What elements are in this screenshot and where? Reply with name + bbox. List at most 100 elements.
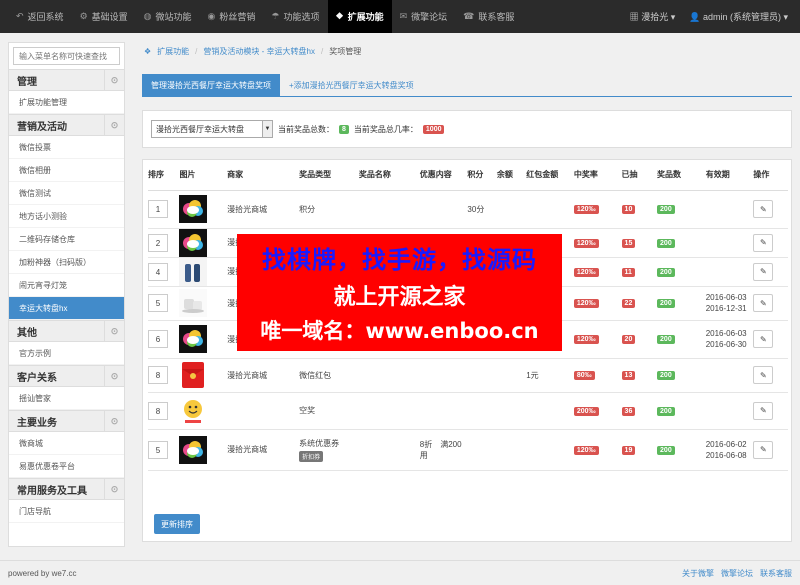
sidebar-group-header[interactable]: 其他 ⊙ [9, 320, 124, 342]
activity-select[interactable]: 漫拾光西餐厅幸运大转盘 ▼ [151, 120, 273, 138]
sidebar-item[interactable]: 加粉神器（扫码版） [9, 251, 124, 274]
footer-links: 关于微擎 微擎论坛 联系客服 [682, 568, 792, 579]
arrow-back-icon: ↶ [16, 11, 24, 21]
sort-order-input[interactable]: 6 [148, 330, 168, 348]
topnav-item-label: 基础设置 [91, 12, 128, 22]
sidebar-item[interactable]: 揺讪管家 [9, 387, 124, 410]
validity-end: 2016-06-08 [705, 450, 747, 460]
count-cell: 200 [657, 228, 706, 258]
topnav-item-2[interactable]: ◍ 微站功能 [136, 0, 200, 33]
sort-order-input[interactable]: 1 [148, 200, 168, 218]
sort-order-input[interactable]: 5 [148, 294, 168, 312]
validity-cell: 2016-06-03 2016-06-30 [705, 320, 754, 359]
validity-cell [705, 257, 754, 287]
column-header: 有效期 [705, 160, 754, 191]
sidebar-group-header[interactable]: 主要业务 ⊙ [9, 410, 124, 432]
edit-button[interactable]: ✎ [753, 440, 774, 459]
topnav-item-6[interactable]: ✉ 微擎论坛 [392, 0, 456, 33]
image-cell [179, 286, 228, 321]
sort-cell: 4 [148, 257, 180, 287]
win-rate-badge: 120‰ [573, 205, 599, 214]
account-name: 漫拾光 [641, 12, 669, 22]
sort-order-input[interactable]: 8 [148, 401, 168, 420]
sidebar-group-header[interactable]: 常用服务及工具 ⊙ [9, 478, 124, 500]
sort-order-input[interactable]: 4 [148, 262, 168, 281]
collapse-toggle-icon[interactable]: ⊙ [104, 366, 124, 386]
column-header: 积分 [467, 160, 497, 191]
collapse-toggle-icon[interactable]: ⊙ [104, 115, 124, 135]
action-cell: ✎ [753, 358, 788, 393]
topnav-item-1[interactable]: ⚙ 基础设置 [72, 0, 136, 33]
collapse-toggle-icon[interactable]: ⊙ [104, 411, 124, 431]
account-switch-button[interactable]: ▦ 漫拾光 ▾ [630, 10, 676, 23]
sidebar-item[interactable]: 闹元宵寻灯笼 [9, 274, 124, 297]
edit-button[interactable]: ✎ [753, 262, 774, 281]
footer-link-about[interactable]: 关于微擎 [682, 568, 714, 579]
collapse-toggle-icon[interactable]: ⊙ [104, 70, 124, 90]
topnav-item-4[interactable]: ☂ 功能选项 [263, 0, 327, 33]
column-header: 商家 [227, 160, 300, 191]
sort-order-input[interactable]: 5 [148, 440, 168, 459]
sidebar-item[interactable]: 门店导航 [9, 500, 124, 523]
sidebar-item[interactable]: 扩展功能管理 [9, 91, 124, 114]
prize-name-cell [358, 392, 420, 430]
tab-add-prize[interactable]: +添加漫拾光西餐厅幸运大转盘奖项 [280, 74, 423, 97]
edit-button[interactable]: ✎ [753, 294, 774, 312]
image-cell [179, 392, 228, 430]
topnav-item-0[interactable]: ↶ 返回系统 [8, 0, 72, 33]
menu-search-input[interactable] [13, 47, 120, 65]
sidebar-item[interactable]: 微信测试 [9, 182, 124, 205]
update-sort-button[interactable]: 更新排序 [154, 514, 200, 534]
sidebar-item[interactable]: 微信投票 [9, 136, 124, 159]
image-cell [179, 358, 228, 393]
powered-by-text: powered by we7.cc [8, 568, 77, 578]
rate-cell: 120‰ [573, 228, 622, 258]
rate-cell: 120‰ [573, 320, 622, 359]
sort-order-input[interactable]: 8 [148, 366, 168, 384]
edit-icon: ✎ [760, 406, 767, 415]
merchant-cell: 漫拾光商城 [227, 358, 300, 393]
sidebar-group-header[interactable]: 管理 ⊙ [9, 69, 124, 91]
breadcrumb-item-extension[interactable]: 扩展功能 [157, 46, 189, 57]
bottles-image [179, 257, 208, 286]
sidebar-item[interactable]: 官方示例 [9, 342, 124, 365]
topnav-item-5[interactable]: ❖ 扩展功能 [327, 0, 392, 33]
sidebar-group-header[interactable]: 营销及活动 ⊙ [9, 114, 124, 136]
validity-cell [705, 358, 754, 393]
user-menu-button[interactable]: 👤 admin (系统管理员) ▾ [689, 10, 788, 23]
tab-manage-prizes[interactable]: 管理漫拾光西餐厅幸运大转盘奖项 [142, 74, 280, 97]
sidebar-item[interactable]: 易惠优惠卷平台 [9, 455, 124, 478]
prize-type: 系统优惠券 [299, 438, 340, 448]
sidebar-item[interactable]: 二维码存储仓库 [9, 228, 124, 251]
footer-link-forum[interactable]: 微擎论坛 [721, 568, 753, 579]
column-header: 已抽 [621, 160, 658, 191]
sort-cell: 1 [148, 190, 180, 229]
drawn-cell: 19 [621, 429, 658, 471]
edit-button[interactable]: ✎ [753, 233, 774, 252]
collapse-toggle-icon[interactable]: ⊙ [104, 321, 124, 341]
balance-cell [496, 358, 527, 393]
redpack-cell: 1元 [526, 358, 574, 393]
breadcrumb-item-module[interactable]: 营销及活动模块 - 幸运大转盘hx [203, 46, 315, 57]
sidebar-item[interactable]: 地方话小测验 [9, 205, 124, 228]
type-cell: 积分 [299, 190, 359, 229]
topnav-item-3[interactable]: ◉ 粉丝营销 [200, 0, 264, 33]
sidebar-item[interactable]: 幸运大转盘hx [9, 297, 124, 320]
edit-button[interactable]: ✎ [753, 200, 774, 218]
cloud-logo-image [179, 435, 208, 464]
edit-button[interactable]: ✎ [753, 330, 774, 348]
wechat-icon: ◍ [143, 11, 152, 21]
sidebar-group-header[interactable]: 客户关系 ⊙ [9, 365, 124, 387]
sidebar-item[interactable]: 微信相册 [9, 159, 124, 182]
sort-order-input[interactable]: 2 [148, 233, 168, 252]
topnav-item-7[interactable]: ☎ 联系客服 [455, 0, 522, 33]
edit-button[interactable]: ✎ [753, 366, 774, 384]
count-cell: 200 [657, 320, 706, 359]
collapse-toggle-icon[interactable]: ⊙ [104, 479, 124, 499]
sidebar-item[interactable]: 微商城 [9, 432, 124, 455]
image-cell [179, 190, 228, 229]
gear-icon: ⚙ [79, 11, 88, 21]
validity-cell: 2016-06-03 2016-12-31 [705, 286, 754, 321]
footer-link-support[interactable]: 联系客服 [760, 568, 792, 579]
edit-button[interactable]: ✎ [753, 401, 774, 420]
